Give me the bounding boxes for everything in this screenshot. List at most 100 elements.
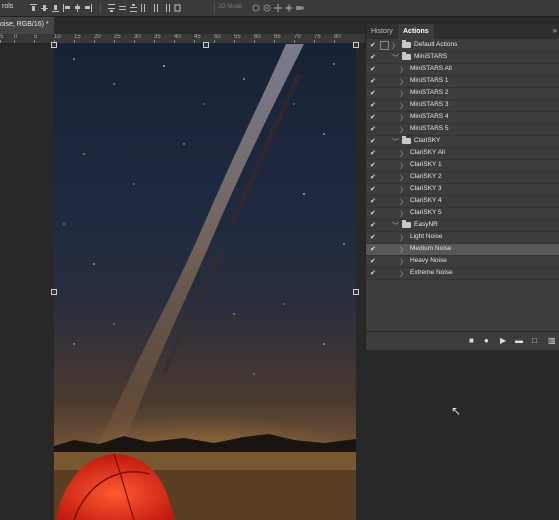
action-row[interactable]: ✔ 〉 ClariSKY All: [366, 148, 559, 160]
3d-pan-icon[interactable]: [274, 4, 282, 12]
toggle-check-icon[interactable]: ✔: [370, 89, 376, 97]
action-row[interactable]: ✔ 〉 Extreme Noise: [366, 268, 559, 280]
action-row[interactable]: ✔ 〉 ClariSKY 1: [366, 160, 559, 172]
toggle-check-icon[interactable]: ✔: [370, 257, 376, 265]
dialog-toggle-icon[interactable]: [380, 149, 388, 157]
action-row[interactable]: ✔ 〉 Light Noise: [366, 232, 559, 244]
tab-actions[interactable]: Actions: [398, 24, 434, 39]
expand-open-icon[interactable]: ﹀: [392, 137, 399, 147]
action-set-row[interactable]: ✔ 〉 Default Actions: [366, 40, 559, 52]
action-row[interactable]: ✔ 〉 ClariSKY 3: [366, 184, 559, 196]
expand-closed-icon[interactable]: 〉: [400, 197, 407, 207]
expand-open-icon[interactable]: ﹀: [392, 53, 399, 63]
align-bottom-icon[interactable]: [52, 4, 59, 12]
align-right-icon[interactable]: [85, 4, 92, 12]
expand-closed-icon[interactable]: 〉: [400, 245, 407, 255]
dialog-toggle-icon[interactable]: [380, 125, 388, 133]
transform-handle[interactable]: [51, 289, 57, 295]
tab-history[interactable]: History: [366, 24, 398, 39]
align-hcenter-icon[interactable]: [74, 4, 81, 12]
play-icon[interactable]: ▶: [500, 336, 506, 345]
distribute-top-icon[interactable]: [108, 4, 115, 12]
expand-open-icon[interactable]: ﹀: [392, 221, 399, 231]
distribute-vcenter-icon[interactable]: [119, 4, 126, 12]
distribute-hcenter-icon[interactable]: [152, 4, 159, 12]
align-left-icon[interactable]: [63, 4, 70, 12]
toggle-check-icon[interactable]: ✔: [370, 101, 376, 109]
dialog-toggle-icon[interactable]: [380, 209, 388, 217]
distribute-bottom-icon[interactable]: [130, 4, 137, 12]
toggle-check-icon[interactable]: ✔: [370, 149, 376, 157]
toggle-check-icon[interactable]: ✔: [370, 197, 376, 205]
toggle-check-icon[interactable]: ✔: [370, 53, 376, 61]
document-canvas-image[interactable]: [54, 44, 356, 520]
toggle-check-icon[interactable]: ✔: [370, 173, 376, 181]
toggle-check-icon[interactable]: ✔: [370, 245, 376, 253]
dialog-toggle-icon[interactable]: [380, 233, 388, 241]
toggle-check-icon[interactable]: ✔: [370, 41, 376, 49]
expand-closed-icon[interactable]: 〉: [400, 185, 407, 195]
expand-closed-icon[interactable]: 〉: [400, 257, 407, 267]
dialog-toggle-icon[interactable]: [380, 89, 388, 97]
dialog-toggle-icon[interactable]: [380, 113, 388, 121]
action-row[interactable]: ✔ 〉 Medium Noise: [366, 244, 559, 256]
expand-closed-icon[interactable]: 〉: [400, 65, 407, 75]
toggle-check-icon[interactable]: ✔: [370, 209, 376, 217]
action-row[interactable]: ✔ 〉 MiniSTARS 4: [366, 112, 559, 124]
toggle-check-icon[interactable]: ✔: [370, 65, 376, 73]
dialog-toggle-icon[interactable]: [380, 161, 388, 169]
toggle-check-icon[interactable]: ✔: [370, 137, 376, 145]
new-action-icon[interactable]: □: [532, 336, 537, 345]
dialog-toggle-icon[interactable]: [380, 257, 388, 265]
dialog-toggle-icon[interactable]: [380, 65, 388, 73]
toggle-check-icon[interactable]: ✔: [370, 185, 376, 193]
align-vcenter-icon[interactable]: [41, 4, 48, 12]
dialog-toggle-icon[interactable]: [380, 185, 388, 193]
dialog-toggle-icon[interactable]: [380, 173, 388, 181]
distribute-left-icon[interactable]: [141, 4, 148, 12]
action-row[interactable]: ✔ 〉 MiniSTARS 3: [366, 100, 559, 112]
new-set-icon[interactable]: ▬: [515, 336, 523, 345]
3d-rotate-icon[interactable]: [252, 4, 260, 12]
action-row[interactable]: ✔ 〉 MiniSTARS All: [366, 64, 559, 76]
expand-closed-icon[interactable]: 〉: [400, 161, 407, 171]
toggle-check-icon[interactable]: ✔: [370, 77, 376, 85]
collapse-panel-icon[interactable]: »: [553, 26, 557, 35]
action-row[interactable]: ✔ 〉 MiniSTARS 2: [366, 88, 559, 100]
distribute-right-icon[interactable]: [163, 4, 170, 12]
action-row[interactable]: ✔ 〉 ClariSKY 4: [366, 196, 559, 208]
expand-closed-icon[interactable]: 〉: [400, 233, 407, 243]
align-top-icon[interactable]: [30, 4, 37, 12]
3d-roll-icon[interactable]: [263, 4, 271, 12]
action-row[interactable]: ✔ 〉 ClariSKY 5: [366, 208, 559, 220]
record-icon[interactable]: ●: [484, 336, 489, 345]
action-row[interactable]: ✔ 〉 Heavy Noise: [366, 256, 559, 268]
expand-closed-icon[interactable]: 〉: [400, 113, 407, 123]
toggle-check-icon[interactable]: ✔: [370, 221, 376, 229]
transform-handle[interactable]: [353, 289, 359, 295]
action-row[interactable]: ✔ 〉 ClariSKY 2: [366, 172, 559, 184]
3d-scale-icon[interactable]: [296, 4, 304, 12]
action-row[interactable]: ✔ 〉 MiniSTARS 5: [366, 124, 559, 136]
toggle-check-icon[interactable]: ✔: [370, 125, 376, 133]
action-set-row[interactable]: ✔ ﹀ ClariSKY: [366, 136, 559, 148]
dialog-toggle-icon[interactable]: [380, 53, 388, 61]
toggle-check-icon[interactable]: ✔: [370, 233, 376, 241]
expand-closed-icon[interactable]: 〉: [400, 269, 407, 279]
action-row[interactable]: ✔ 〉 MiniSTARS 1: [366, 76, 559, 88]
toggle-check-icon[interactable]: ✔: [370, 113, 376, 121]
expand-closed-icon[interactable]: 〉: [400, 209, 407, 219]
dialog-toggle-icon[interactable]: [380, 137, 388, 145]
action-set-row[interactable]: ✔ ﹀ MiniSTARS: [366, 52, 559, 64]
dialog-toggle-icon[interactable]: [380, 197, 388, 205]
dialog-toggle-icon[interactable]: [380, 41, 389, 50]
dialog-toggle-icon[interactable]: [380, 101, 388, 109]
expand-closed-icon[interactable]: 〉: [400, 101, 407, 111]
dialog-toggle-icon[interactable]: [380, 245, 388, 253]
expand-closed-icon[interactable]: 〉: [400, 89, 407, 99]
transform-handle[interactable]: [353, 42, 359, 48]
document-tab[interactable]: oise, RGB/16) *: [0, 17, 54, 34]
dialog-toggle-icon[interactable]: [380, 77, 388, 85]
expand-closed-icon[interactable]: 〉: [400, 77, 407, 87]
expand-closed-icon[interactable]: 〉: [400, 173, 407, 183]
